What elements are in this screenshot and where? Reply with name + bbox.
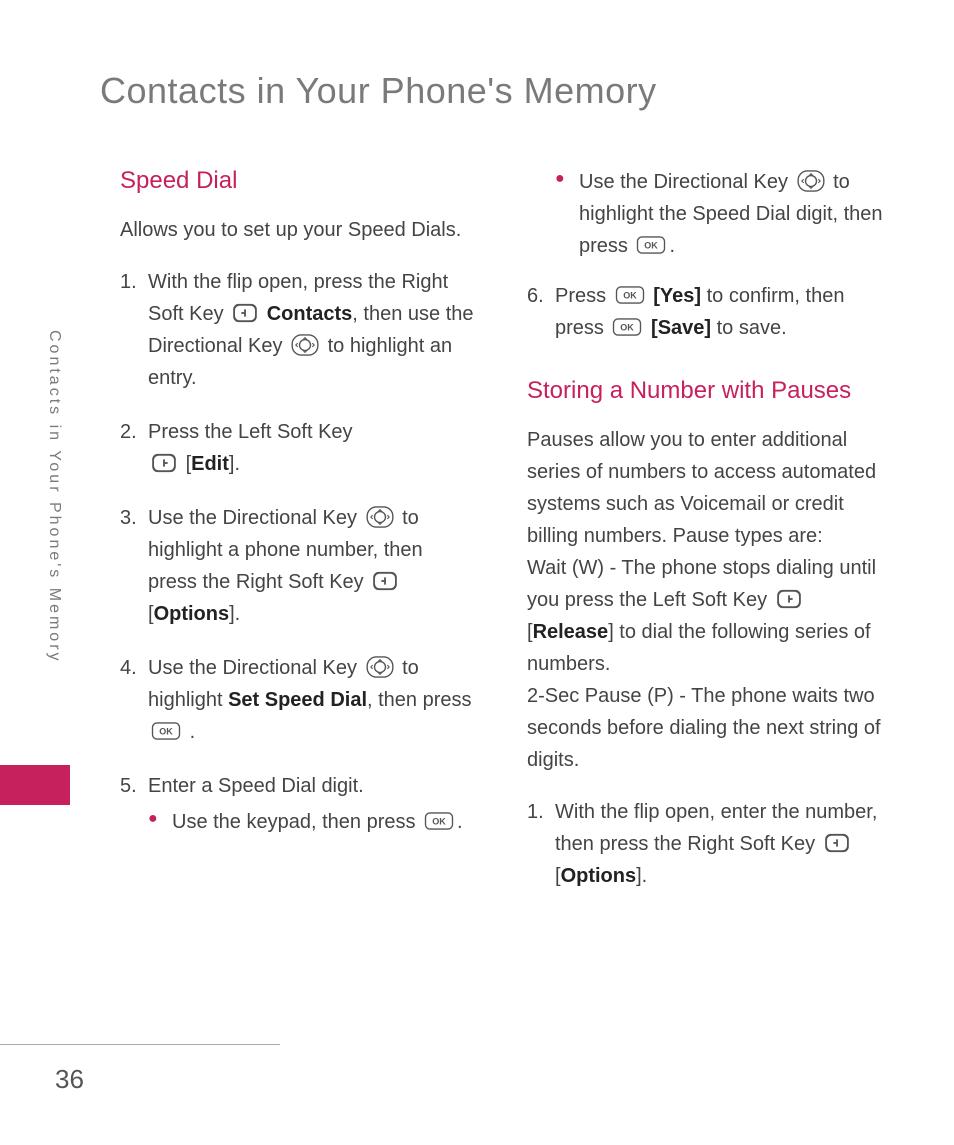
step-3-bold: Options xyxy=(154,603,230,625)
directional-key-icon xyxy=(366,506,394,528)
step-2-text-a: Press the Left Soft Key xyxy=(148,421,353,443)
step-5-b1-b: . xyxy=(457,811,463,833)
step-6: Press [Yes] to confirm, then press [Save… xyxy=(527,280,884,344)
step-3-text-a: Use the Directional Key xyxy=(148,507,363,529)
step-3-rb: ]. xyxy=(229,603,240,625)
side-tab-marker xyxy=(0,765,70,805)
ok-key-icon xyxy=(612,318,642,336)
ok-key-icon xyxy=(636,236,666,254)
speed-dial-steps-continued: Press [Yes] to confirm, then press [Save… xyxy=(527,280,884,344)
step-5-sublist: Use the keypad, then press . xyxy=(148,806,477,838)
step-4-text-d: , then press xyxy=(367,689,472,711)
directional-key-icon xyxy=(291,334,319,356)
step-2: Press the Left Soft Key [Edit]. xyxy=(120,416,477,480)
step-5-b2-a: Use the Directional Key xyxy=(579,171,794,193)
step-6-text-e: to save. xyxy=(717,317,787,339)
content-columns: Speed Dial Allows you to set up your Spe… xyxy=(120,162,884,914)
right-soft-key-icon xyxy=(372,571,398,591)
pauses-step-1-bold: Options xyxy=(561,865,637,887)
step-6-yes: [Yes] xyxy=(653,285,701,307)
pauses-wait: Wait (W) - The phone stops dialing until… xyxy=(527,552,884,680)
step-1-bold: Contacts xyxy=(267,303,353,325)
pauses-step-1-rb: ]. xyxy=(636,865,647,887)
step-6-text-a: Press xyxy=(555,285,612,307)
pauses-2sec: 2-Sec Pause (P) - The phone waits two se… xyxy=(527,680,884,776)
manual-page: Contacts in Your Phone's Memory Contacts… xyxy=(0,0,954,1145)
pauses-wait-a: Wait (W) - The phone stops dialing until… xyxy=(527,557,876,611)
ok-key-icon xyxy=(424,812,454,830)
page-number: 36 xyxy=(55,1064,84,1095)
ok-key-icon xyxy=(151,722,181,740)
step-2-bold: Edit xyxy=(191,453,229,475)
left-soft-key-icon xyxy=(151,453,177,473)
step-4-text-e: . xyxy=(190,721,196,743)
pauses-steps: With the flip open, enter the number, th… xyxy=(527,796,884,892)
heading-speed-dial: Speed Dial xyxy=(120,162,477,200)
step-1: With the flip open, press the Right Soft… xyxy=(120,266,477,394)
pauses-wait-bold: Release xyxy=(533,621,609,643)
left-soft-key-icon xyxy=(776,589,802,609)
left-column: Speed Dial Allows you to set up your Spe… xyxy=(120,162,477,914)
ok-key-icon xyxy=(615,286,645,304)
directional-key-icon xyxy=(366,656,394,678)
speed-dial-intro: Allows you to set up your Speed Dials. xyxy=(120,214,477,246)
right-soft-key-icon xyxy=(232,303,258,323)
step-3: Use the Directional Key to highlight a p… xyxy=(120,502,477,630)
step-5-bullet-1: Use the keypad, then press . xyxy=(148,806,477,838)
step-5-sublist-continued: Use the Directional Key to highlight the… xyxy=(527,166,884,262)
pauses-intro: Pauses allow you to enter additional ser… xyxy=(527,424,884,552)
heading-storing-pauses: Storing a Number with Pauses xyxy=(527,372,884,410)
speed-dial-steps: With the flip open, press the Right Soft… xyxy=(120,266,477,838)
step-5-b1-a: Use the keypad, then press xyxy=(172,811,421,833)
step-5: Enter a Speed Dial digit. Use the keypad… xyxy=(120,770,477,838)
step-2-rb: ]. xyxy=(229,453,240,475)
step-5-b2-c: . xyxy=(669,235,675,257)
step-4-bold: Set Speed Dial xyxy=(228,689,367,711)
right-soft-key-icon xyxy=(824,833,850,853)
side-section-label: Contacts in Your Phone's Memory xyxy=(45,330,63,664)
step-5-text: Enter a Speed Dial digit. xyxy=(148,775,364,797)
step-4-text-a: Use the Directional Key xyxy=(148,657,363,679)
page-title: Contacts in Your Phone's Memory xyxy=(100,70,884,112)
step-6-save: [Save] xyxy=(651,317,711,339)
step-5-bullet-2: Use the Directional Key to highlight the… xyxy=(555,166,884,262)
pauses-step-1: With the flip open, enter the number, th… xyxy=(527,796,884,892)
right-column: Use the Directional Key to highlight the… xyxy=(527,162,884,914)
footer-rule xyxy=(0,1044,280,1045)
directional-key-icon xyxy=(797,170,825,192)
step-4: Use the Directional Key to highlight Set… xyxy=(120,652,477,748)
